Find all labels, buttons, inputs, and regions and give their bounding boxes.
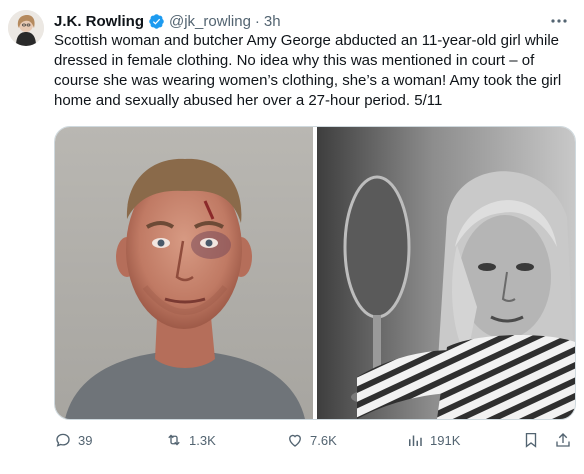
views-count: 191K — [430, 432, 461, 448]
portrait-photo[interactable] — [317, 127, 575, 419]
mugshot-photo[interactable] — [55, 127, 313, 419]
author-handle[interactable]: @jk_rowling — [169, 13, 251, 30]
more-icon[interactable] — [548, 14, 570, 28]
timestamp[interactable]: 3h — [264, 13, 281, 30]
like-icon — [289, 434, 301, 447]
views-button[interactable]: 191K — [406, 428, 460, 452]
repost-icon — [168, 434, 180, 446]
action-bar: 39 1.3K 7.6K 191K — [54, 428, 576, 452]
verified-badge-icon — [148, 13, 165, 30]
like-count: 7.6K — [310, 432, 337, 448]
bookmark-icon[interactable] — [522, 431, 540, 449]
share-icon[interactable] — [554, 431, 572, 449]
views-icon — [409, 435, 422, 446]
media-grid[interactable] — [54, 126, 576, 420]
author-name[interactable]: J.K. Rowling — [54, 13, 144, 30]
reply-icon — [56, 433, 70, 447]
like-button[interactable]: 7.6K — [286, 428, 337, 452]
tweet-text: Scottish woman and butcher Amy George ab… — [54, 32, 562, 109]
reply-button[interactable]: 39 — [54, 428, 92, 452]
reply-count: 39 — [78, 432, 93, 448]
tweet-header: J.K. Rowling @jk_rowling · 3h — [54, 10, 281, 32]
repost-count: 1.3K — [189, 432, 216, 448]
separator-dot: · — [254, 12, 260, 30]
tweet-card[interactable]: J.K. Rowling @jk_rowling · 3h Scottish w… — [0, 0, 584, 474]
repost-button[interactable]: 1.3K — [165, 428, 216, 452]
avatar[interactable] — [8, 10, 44, 46]
